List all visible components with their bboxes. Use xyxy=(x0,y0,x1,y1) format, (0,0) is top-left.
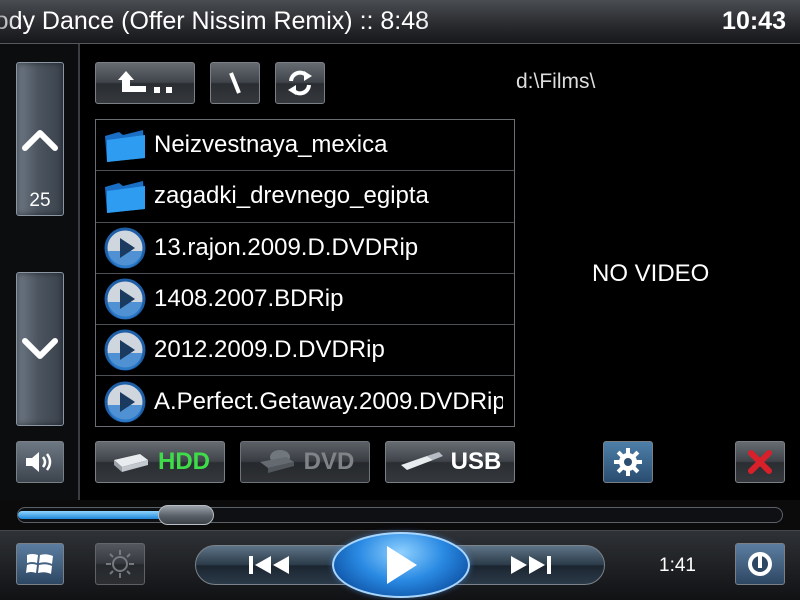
video-file-icon xyxy=(102,227,148,269)
hdd-button[interactable]: HDD xyxy=(95,441,225,483)
refresh-button[interactable] xyxy=(275,62,325,104)
volume-button[interactable] xyxy=(16,441,64,483)
hdd-label: HDD xyxy=(158,448,210,475)
list-item[interactable]: 2012.2009.D.DVDRip xyxy=(96,325,514,377)
power-icon xyxy=(748,552,772,576)
brightness-button[interactable] xyxy=(95,543,145,585)
usb-stick-icon xyxy=(400,452,443,470)
video-file-icon xyxy=(102,329,148,371)
parent-folder-button[interactable] xyxy=(95,62,195,104)
list-item[interactable]: 1408.2007.BDRip xyxy=(96,274,514,326)
video-file-icon xyxy=(102,381,148,423)
video-status: NO VIDEO xyxy=(592,260,710,287)
usb-button[interactable]: USB xyxy=(385,441,515,483)
seek-handle[interactable] xyxy=(158,505,214,525)
seek-bar[interactable] xyxy=(17,505,783,525)
current-path: d:\Films\ xyxy=(516,70,596,93)
list-item[interactable]: Neizvestnaya_mexica xyxy=(96,120,514,172)
seek-progress xyxy=(18,511,162,519)
gear-icon xyxy=(614,448,642,476)
hard-drive-icon xyxy=(114,454,148,472)
dvd-button[interactable]: DVD xyxy=(240,441,370,483)
dvd-drive-icon xyxy=(259,450,294,473)
previous-button[interactable] xyxy=(245,552,295,578)
power-button[interactable] xyxy=(735,543,785,585)
skip-next-icon xyxy=(511,556,551,574)
chevron-down-icon xyxy=(22,338,58,359)
backslash-icon xyxy=(229,72,241,94)
folder-icon xyxy=(102,175,148,217)
next-button[interactable] xyxy=(505,552,555,578)
windows-logo-icon xyxy=(26,554,53,574)
scroll-down-button[interactable] xyxy=(16,272,64,426)
clock: 10:43 xyxy=(722,7,786,35)
speaker-icon xyxy=(26,452,52,472)
play-icon xyxy=(387,546,417,584)
list-item[interactable]: zagadki_drevnego_egipta xyxy=(96,171,514,223)
close-button[interactable] xyxy=(735,441,785,483)
list-item[interactable]: 13.rajon.2009.D.DVDRip xyxy=(96,223,514,274)
windows-button[interactable] xyxy=(16,543,64,585)
elapsed-time: 1:41 xyxy=(659,555,696,576)
folder-icon xyxy=(102,124,148,166)
usb-label: USB xyxy=(450,448,502,475)
chevron-up-icon xyxy=(22,130,58,151)
file-list: Neizvestnaya_mexica zagadki_drevnego_egi… xyxy=(95,119,515,427)
video-file-icon xyxy=(102,278,148,320)
sun-icon xyxy=(106,550,134,578)
skip-previous-icon xyxy=(249,556,289,574)
now-playing-title: Body Dance (Offer Nissim Remix) :: 8:48 xyxy=(0,7,430,35)
title-bar: Body Dance (Offer Nissim Remix) :: 8:48 … xyxy=(0,0,800,44)
close-icon xyxy=(748,450,772,474)
play-button[interactable] xyxy=(332,532,470,598)
settings-button[interactable] xyxy=(603,441,653,483)
dvd-label: DVD xyxy=(303,448,355,475)
root-folder-button[interactable] xyxy=(210,62,260,104)
up-level-icon xyxy=(118,71,172,93)
page-count: 25 xyxy=(29,190,51,211)
refresh-icon xyxy=(288,70,312,96)
list-item[interactable]: A.Perfect.Getaway.2009.DVDRip xyxy=(96,376,514,427)
